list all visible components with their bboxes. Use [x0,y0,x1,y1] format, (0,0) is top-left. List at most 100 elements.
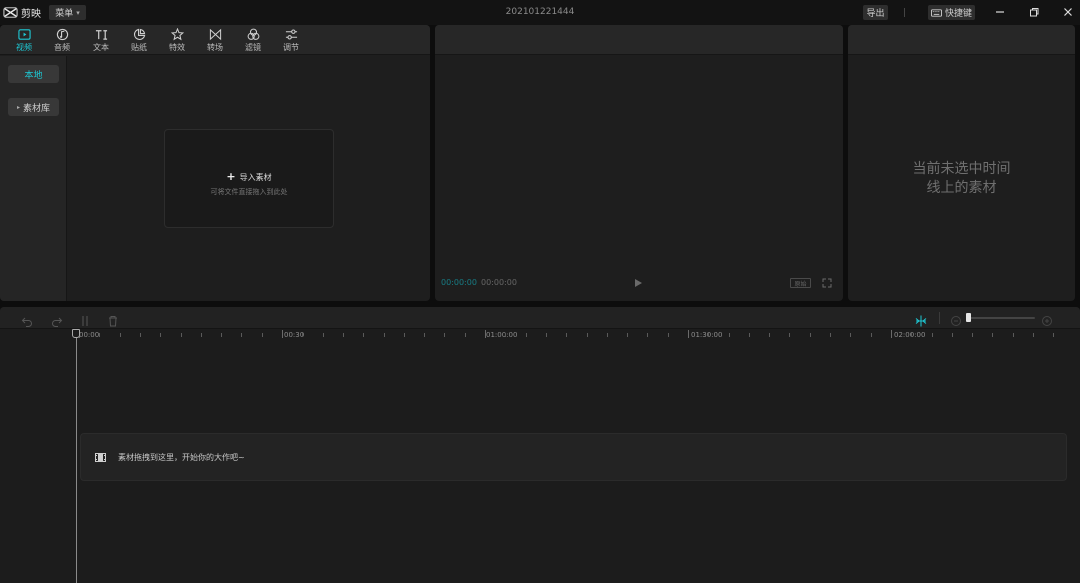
ruler-tick [444,333,445,337]
tab-label: 调节 [283,43,299,52]
toolbar-divider [904,8,905,17]
ruler-tick [871,333,872,337]
empty-line-1: 当前未选中时间 [912,161,1011,177]
sidebar-item-local[interactable]: 本地 [8,65,59,83]
close-button[interactable] [1061,5,1075,19]
fullscreen-icon[interactable] [822,278,832,288]
zoom-out-button[interactable] [950,312,962,326]
tab-label: 音频 [54,43,70,52]
tab-sticker[interactable]: 贴纸 [124,28,154,54]
ruler-tick [99,333,100,337]
playhead-handle[interactable] [72,329,80,338]
ruler-tick [688,330,689,338]
ruler-tick [160,333,161,337]
timeline-ruler[interactable]: 00:00 00:30 01:00:00 01:30:00 02:00:00 [0,329,1080,341]
sticker-icon [133,28,145,41]
media-sidebar: 本地 ▸ 素材库 [0,56,67,301]
ruler-tick [465,333,466,337]
ruler-tick [384,333,385,337]
delete-button[interactable] [107,312,119,327]
tab-label: 滤镜 [245,43,261,52]
play-icon[interactable] [634,278,643,288]
ruler-tick [587,333,588,337]
video-icon [17,29,31,40]
effects-icon [170,28,184,41]
zoom-slider[interactable] [968,317,1035,319]
timeline-toolbar [0,307,1080,329]
film-icon [95,453,106,462]
ruler-tick [952,333,953,337]
current-timecode: 00:00:00 [441,278,477,287]
ruler-tick [830,333,831,337]
import-label: 导入素材 [239,173,272,182]
ruler-tick [627,333,628,337]
redo-button[interactable] [51,312,63,327]
tab-video[interactable]: 视频 [9,28,39,54]
ruler-tick [1053,333,1054,337]
ruler-tick [607,333,608,337]
keyboard-icon [930,8,942,17]
restore-button[interactable] [1027,5,1041,19]
zoom-slider-knob[interactable] [966,313,971,322]
caret-right-icon: ▸ [16,103,20,111]
ruler-tick [323,333,324,337]
ruler-tick [992,333,993,337]
ruler-tick [262,333,263,337]
snap-toggle-button[interactable] [915,312,927,327]
shortcut-button[interactable]: 快捷键 [928,5,975,20]
ruler-tick [566,333,567,337]
ruler-tick [708,333,709,337]
ruler-tick [485,330,486,338]
filter-icon [247,28,259,40]
restore-icon [1030,8,1039,17]
ruler-tick [424,333,425,337]
plus-icon: + [226,170,236,183]
ruler-tick [1033,333,1034,337]
import-button[interactable]: + 导入素材 [165,170,333,183]
ruler-tick [221,333,222,337]
zoom-in-button[interactable] [1041,312,1053,326]
zoom-in-icon [1042,316,1052,326]
ruler-tick [972,333,973,337]
ruler-label: 01:30:00 [691,331,723,339]
ruler-tick [302,333,303,337]
export-button[interactable]: 导出 [863,5,888,20]
ruler-tick [120,333,121,337]
aspect-ratio-button[interactable]: 原始 [790,278,811,288]
delete-icon [109,316,117,327]
playhead-line [76,338,77,583]
transition-icon [209,28,221,41]
tab-text[interactable]: 文本 [86,28,116,54]
minimize-button[interactable] [993,5,1007,19]
ruler-tick [850,333,851,337]
text-icon [95,30,107,40]
media-panel: 视频 音频 文本 贴纸 特效 转场 滤镜 调节 本地 ▸ 素材库 + 导入素材 … [0,25,430,301]
ruler-label: 01:00:00 [486,331,518,339]
ruler-tick [201,333,202,337]
tab-effects[interactable]: 特效 [162,28,192,54]
tab-label: 文本 [93,43,109,52]
tab-label: 视频 [16,43,32,52]
import-dropzone[interactable]: + 导入素材 可将文件直接拖入到此处 [164,129,334,228]
redo-icon [52,317,63,327]
undo-button[interactable] [21,312,33,327]
toolbar-divider [939,312,940,324]
tab-adjust[interactable]: 调节 [276,28,306,54]
tab-filter[interactable]: 滤镜 [238,28,268,54]
tab-transition[interactable]: 转场 [200,28,230,54]
ruler-label: 00:00 [79,331,100,339]
split-button[interactable] [79,312,91,326]
timeline-drop-track[interactable]: 素材拖拽到这里，开始你的大作吧~ [80,433,1067,481]
sidebar-item-library[interactable]: ▸ 素材库 [8,98,59,116]
timeline-drop-hint: 素材拖拽到这里，开始你的大作吧~ [118,453,245,462]
tab-audio[interactable]: 音频 [47,28,77,54]
ruler-tick [546,333,547,337]
split-icon [82,316,88,326]
import-hint: 可将文件直接拖入到此处 [210,188,288,196]
ruler-tick [1013,333,1014,337]
ruler-tick [282,330,283,338]
sidebar-item-label: 素材库 [23,103,51,114]
project-title: 202101221444 [505,7,575,17]
ruler-tick [140,333,141,337]
minimize-icon [996,11,1004,13]
